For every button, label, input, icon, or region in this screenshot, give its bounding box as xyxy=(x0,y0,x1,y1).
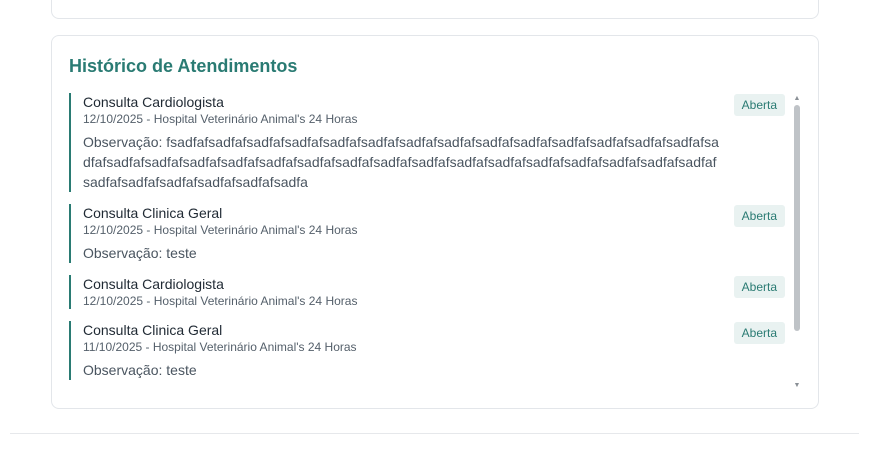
history-item-title: Consulta Clinica Geral xyxy=(83,205,223,221)
history-item-observation: Observação: fsadfafsadfafsadfafsadfafsad… xyxy=(83,134,719,190)
history-item-subtitle: 12/10/2025 - Hospital Veterinário Animal… xyxy=(83,223,358,237)
history-item[interactable]: Consulta Clinica Geral 12/10/2025 - Hosp… xyxy=(69,204,785,263)
status-badge: Aberta xyxy=(733,94,785,116)
history-item-observation: Observação: teste xyxy=(83,362,197,378)
status-badge: Aberta xyxy=(733,276,785,298)
status-badge: Aberta xyxy=(733,205,785,227)
history-card: Histórico de Atendimentos Consulta Cardi… xyxy=(51,35,819,409)
previous-card xyxy=(51,0,819,19)
history-item[interactable]: Consulta Clinica Geral 11/10/2025 - Hosp… xyxy=(69,321,785,380)
history-list[interactable]: Consulta Cardiologista 12/10/2025 - Hosp… xyxy=(69,93,785,393)
list-scrollbar[interactable]: ▲ ▼ xyxy=(793,95,801,390)
status-badge: Aberta xyxy=(733,322,785,344)
caret-up-icon[interactable]: ▲ xyxy=(793,95,801,103)
history-title: Histórico de Atendimentos xyxy=(69,56,298,76)
history-item[interactable]: Consulta Cardiologista 12/10/2025 - Hosp… xyxy=(69,93,785,192)
caret-down-icon[interactable]: ▼ xyxy=(793,382,801,390)
history-item-observation: Observação: teste xyxy=(83,245,197,261)
scrollbar-thumb[interactable] xyxy=(794,105,800,331)
history-item[interactable]: Consulta Cardiologista 12/10/2025 - Hosp… xyxy=(69,275,785,309)
history-item-subtitle: 12/10/2025 - Hospital Veterinário Animal… xyxy=(83,294,358,308)
history-item-title: Consulta Cardiologista xyxy=(83,94,224,110)
history-item-subtitle: 11/10/2025 - Hospital Veterinário Animal… xyxy=(83,340,357,354)
history-item-title: Consulta Cardiologista xyxy=(83,276,224,292)
footer-divider xyxy=(10,433,859,434)
history-item-title: Consulta Clinica Geral xyxy=(83,322,223,338)
history-item-subtitle: 12/10/2025 - Hospital Veterinário Animal… xyxy=(83,112,358,126)
